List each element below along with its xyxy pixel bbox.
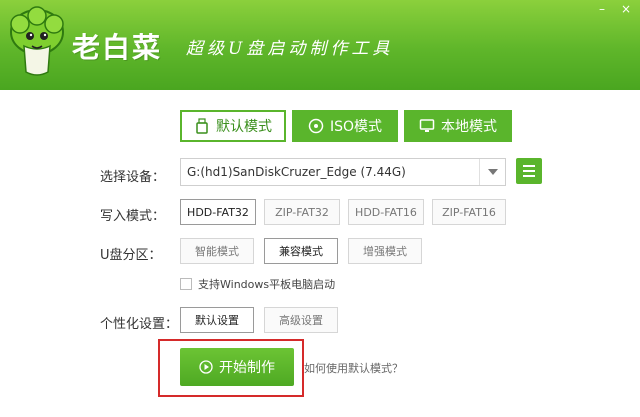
app-header: 老白菜 超级U盘启动制作工具 – ×: [0, 0, 640, 90]
partition-smart-mode[interactable]: 智能模式: [180, 238, 254, 264]
personal-advanced-settings[interactable]: 高级设置: [264, 307, 338, 333]
mode-tabs: 默认模式 ISO模式 本地模式: [180, 110, 512, 142]
partition-label: U盘分区：: [100, 248, 162, 263]
window-controls: – ×: [594, 2, 634, 16]
device-value: G:(hd1)SanDiskCruzer_Edge (7.44G): [187, 165, 406, 179]
start-label: 开始制作: [219, 360, 275, 376]
personal-label: 个性化设置：: [100, 317, 179, 332]
write-mode-zip-fat32[interactable]: ZIP-FAT32: [264, 199, 340, 225]
tab-iso-mode[interactable]: ISO模式: [292, 110, 398, 142]
device-select[interactable]: G:(hd1)SanDiskCruzer_Edge (7.44G): [180, 158, 506, 186]
tablet-boot-label: 支持Windows平板电脑启动: [198, 278, 336, 291]
monitor-icon: [419, 118, 435, 134]
tablet-boot-option[interactable]: 支持Windows平板电脑启动: [180, 276, 335, 292]
write-mode-hdd-fat16[interactable]: HDD-FAT16: [348, 199, 424, 225]
app-brand: 老白菜: [72, 31, 163, 64]
write-mode-label: 写入模式：: [100, 209, 166, 224]
menu-icon: [523, 165, 535, 167]
app-slogan: 超级U盘启动制作工具: [186, 39, 394, 59]
play-circle-icon: [199, 360, 213, 374]
write-mode-hdd-fat32[interactable]: HDD-FAT32: [180, 199, 256, 225]
tab-default-mode[interactable]: 默认模式: [180, 110, 286, 142]
chevron-down-icon[interactable]: [479, 159, 505, 185]
disc-icon: [308, 118, 324, 134]
minimize-button[interactable]: –: [594, 2, 610, 16]
tab-label: ISO模式: [329, 119, 383, 135]
tab-local-mode[interactable]: 本地模式: [404, 110, 512, 142]
menu-button[interactable]: [516, 158, 542, 184]
usb-stick-icon: [194, 118, 210, 134]
start-button[interactable]: 开始制作: [180, 348, 294, 386]
personal-default-settings[interactable]: 默认设置: [180, 307, 254, 333]
write-mode-zip-fat16[interactable]: ZIP-FAT16: [432, 199, 506, 225]
device-label: 选择设备：: [100, 170, 166, 185]
tab-label: 默认模式: [216, 119, 272, 135]
tab-label: 本地模式: [441, 119, 497, 135]
cabbage-mascot-icon: [10, 6, 64, 76]
close-button[interactable]: ×: [618, 2, 634, 16]
tablet-boot-checkbox[interactable]: [180, 278, 192, 290]
partition-enhanced-mode[interactable]: 增强模式: [348, 238, 422, 264]
partition-compat-mode[interactable]: 兼容模式: [264, 238, 338, 264]
help-link[interactable]: 如何使用默认模式？: [304, 360, 403, 376]
